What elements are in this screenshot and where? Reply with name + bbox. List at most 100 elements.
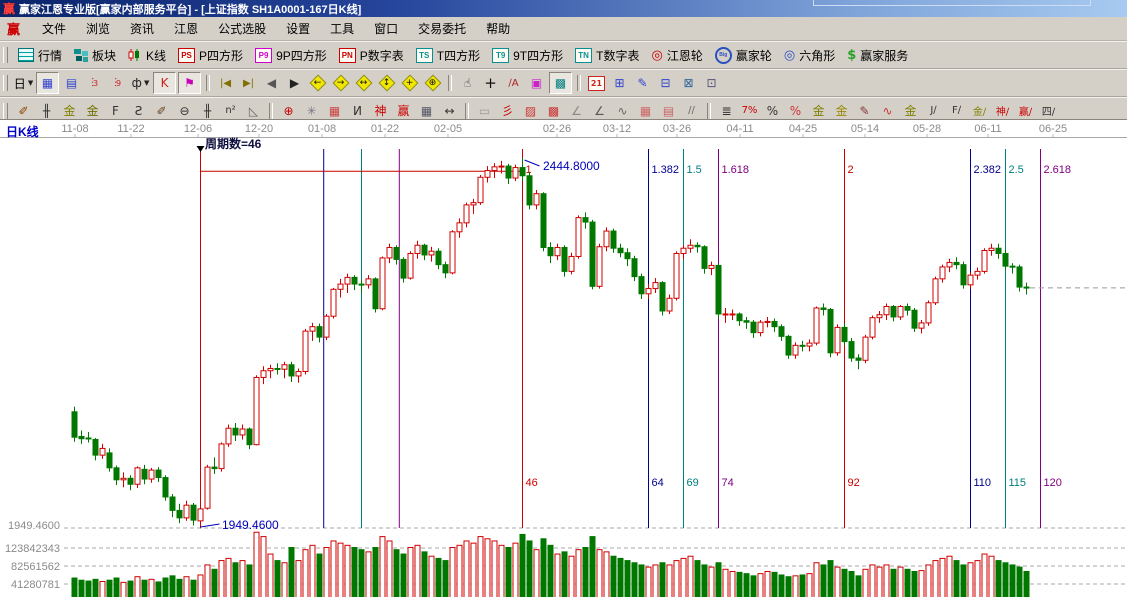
prev-page-button[interactable]: ◀ (261, 73, 282, 93)
menu-item-2[interactable]: 资讯 (120, 17, 164, 40)
gold-comb-tool[interactable]: 金 (59, 101, 80, 121)
gold-circle-tool[interactable]: 金 (808, 101, 829, 121)
first-page-button[interactable]: |◀ (215, 73, 236, 93)
9t-square-button[interactable]: T99T四方形 (486, 45, 569, 66)
gold-line-tool[interactable]: 金 (831, 101, 852, 121)
wave-a-tool[interactable]: ∿ (877, 101, 898, 121)
chart-area[interactable]: 日K线 11-0811-2212-0612-2001-0801-2202-050… (0, 119, 1127, 597)
percent-tool[interactable]: % (762, 101, 783, 121)
grid3-tool[interactable]: ▤ (658, 101, 679, 121)
angle-line-button[interactable]: ∕A (503, 73, 524, 93)
next-page-button[interactable]: ▶ (284, 73, 305, 93)
sectors-button[interactable]: 板块 (68, 45, 122, 66)
winner-service-button[interactable]: $赢家服务 (841, 45, 914, 66)
pen-line-tool[interactable]: ✎ (854, 101, 875, 121)
menu-item-1[interactable]: 浏览 (76, 17, 120, 40)
menu-item-6[interactable]: 工具 (320, 17, 364, 40)
span-arrow-tool[interactable]: ↔ (439, 101, 460, 121)
kline-style-button[interactable]: K (153, 72, 176, 94)
protractor-tool[interactable]: ◺ (243, 101, 264, 121)
t-square-button[interactable]: TST四方形 (410, 45, 486, 66)
box-select-tool[interactable]: ▭ (474, 101, 495, 121)
gold-angle-tool[interactable]: 金 (900, 101, 921, 121)
flag-marker-button[interactable]: ⚑ (178, 72, 201, 94)
f-comb-tool[interactable]: F (105, 101, 126, 121)
number-grid-tool[interactable]: ▦ (416, 101, 437, 121)
angle-tool[interactable]: ∠ (566, 101, 587, 121)
period-daily-button[interactable]: 日▼ (13, 73, 34, 93)
info-panel-button[interactable]: ▤ (61, 73, 82, 93)
calculator-button[interactable]: ⊞ (609, 73, 630, 93)
ying-grid-tool[interactable]: 赢 (393, 101, 414, 121)
j-angle-tool[interactable]: J∕ (923, 101, 944, 121)
gold-comb2-tool[interactable]: 金 (82, 101, 103, 121)
kline-button[interactable]: K线 (122, 45, 172, 66)
shift-right-button[interactable]: → (330, 73, 351, 93)
t-number-table-button[interactable]: TNT数字表 (569, 45, 645, 66)
menu-item-8[interactable]: 交易委托 (408, 17, 476, 40)
gann-square-tool[interactable]: ▩ (543, 101, 564, 121)
circle-div-tool[interactable]: ⊖ (174, 101, 195, 121)
menu-item-5[interactable]: 设置 (276, 17, 320, 40)
gann-wheel-button[interactable]: ◎江恩轮 (645, 45, 708, 66)
parallel-lines-tool[interactable]: // (681, 101, 702, 121)
gann-shape-button[interactable]: ▣ (526, 73, 547, 93)
9p-square-button[interactable]: P99P四方形 (249, 45, 333, 66)
comb2-tool[interactable]: ╫ (197, 101, 218, 121)
save-as-button[interactable]: ⊠ (678, 73, 699, 93)
stats-tool[interactable]: ≣ (716, 101, 737, 121)
winner-wheel-button[interactable]: Big赢家轮 (709, 45, 778, 66)
menu-item-0[interactable]: 文件 (32, 17, 76, 40)
percent7-tool[interactable]: 7% (739, 101, 760, 121)
angle2-tool[interactable]: ∠ (589, 101, 610, 121)
save-button[interactable]: ⊟ (655, 73, 676, 93)
kline-chart[interactable]: 11-0811-2212-0612-2001-0801-2202-0502-26… (0, 120, 1127, 597)
crosshair-button[interactable]: + (480, 73, 501, 93)
si-angle-tool[interactable]: 四∕ (1038, 101, 1059, 121)
notes-button[interactable]: ✎ (632, 73, 653, 93)
pan-hand-button[interactable]: ☝ (457, 73, 478, 93)
bars-3-button[interactable]: ⫶3 (84, 73, 105, 93)
pen2-tool[interactable]: ✐ (151, 101, 172, 121)
shift-left-button[interactable]: ← (307, 73, 328, 93)
menu-item-9[interactable]: 帮助 (476, 17, 520, 40)
last-page-button[interactable]: ▶| (238, 73, 259, 93)
hexagon-button[interactable]: ◎六角形 (778, 45, 841, 66)
expand-horizontal-button[interactable]: ↔ (353, 73, 374, 93)
pattern-view-button[interactable]: ▦ (36, 72, 59, 94)
n2-tool[interactable]: n² (220, 101, 241, 121)
menu-item-4[interactable]: 公式选股 (208, 17, 276, 40)
p-square-button[interactable]: PSP四方形 (172, 45, 249, 66)
f-angle-tool[interactable]: F∕ (946, 101, 967, 121)
zoom-reset-button[interactable]: ⊕ (422, 73, 443, 93)
zoom-in-button[interactable]: + (399, 73, 420, 93)
mind-map-button[interactable]: ▩ (549, 72, 572, 94)
expand-vertical-button[interactable]: ↕ (376, 73, 397, 93)
wave-tool[interactable]: ∿ (612, 101, 633, 121)
compass-tool[interactable]: ⊕ (278, 101, 299, 121)
title-bar[interactable]: 赢 赢家江恩专业版[赢家内部服务平台] - [上证指数 SH1A0001-167… (0, 0, 1127, 17)
menu-item-3[interactable]: 江恩 (164, 17, 208, 40)
shen-grid-tool[interactable]: 神 (370, 101, 391, 121)
percent-line-tool[interactable]: % (785, 101, 806, 121)
shen-angle-tool[interactable]: 神∕ (992, 101, 1013, 121)
comb-tool[interactable]: ╫ (36, 101, 57, 121)
grid2-tool[interactable]: ▦ (635, 101, 656, 121)
candle-style-button[interactable]: ф▼ (130, 73, 151, 93)
quotes-button[interactable]: 行情 (12, 45, 68, 66)
gann-box-tool[interactable]: ▨ (520, 101, 541, 121)
pen-tool[interactable]: ✐ (13, 101, 34, 121)
print-button[interactable]: ⊡ (701, 73, 722, 93)
red-grid-tool[interactable]: ▦ (324, 101, 345, 121)
s-comb-tool[interactable]: Ƨ (128, 101, 149, 121)
gold2-angle-tool[interactable]: 金∕ (969, 101, 990, 121)
p-number-table-button[interactable]: PNP数字表 (333, 45, 410, 66)
menu-item-7[interactable]: 窗口 (364, 17, 408, 40)
starburst-tool[interactable]: ✳ (301, 101, 322, 121)
bars-9-button[interactable]: ⫶9 (107, 73, 128, 93)
calendar-button[interactable]: 21 (586, 73, 607, 93)
wave-mark-tool[interactable]: И (347, 101, 368, 121)
window-title: 赢家江恩专业版[赢家内部服务平台] - [上证指数 SH1A0001-167日K… (19, 1, 361, 17)
ying-angle-tool[interactable]: 赢∕ (1015, 101, 1036, 121)
fan-lines-tool[interactable]: 彡 (497, 101, 518, 121)
